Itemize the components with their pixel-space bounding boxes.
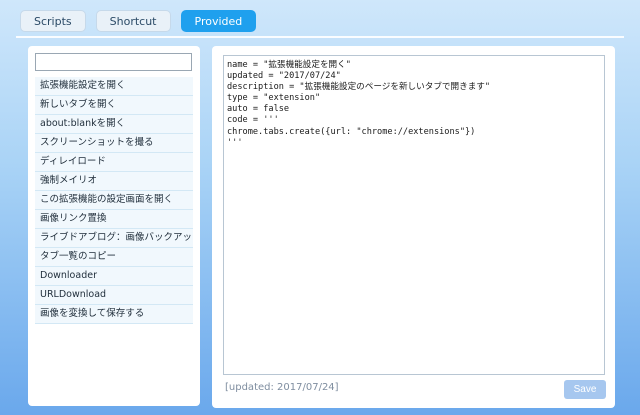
tab-scripts[interactable]: Scripts (20, 10, 86, 32)
search-input[interactable] (35, 53, 192, 71)
list-item[interactable]: スクリーンショットを撮る (35, 134, 193, 153)
list-item[interactable]: ディレイロード (35, 153, 193, 172)
list-item[interactable]: 強制メイリオ (35, 172, 193, 191)
script-editor-panel: name = "拡張機能設定を開く" updated = "2017/07/24… (212, 46, 615, 408)
list-item[interactable]: 新しいタブを開く (35, 96, 193, 115)
updated-label: [updated: 2017/07/24] (225, 382, 339, 393)
tab-provided[interactable]: Provided (180, 10, 257, 32)
tab-shortcut[interactable]: Shortcut (95, 10, 171, 32)
list-item[interactable]: about:blankを開く (35, 115, 193, 134)
header-divider (16, 36, 624, 38)
list-item[interactable]: Downloader (35, 267, 193, 286)
code-editor[interactable]: name = "拡張機能設定を開く" updated = "2017/07/24… (223, 55, 605, 375)
list-item[interactable]: 画像リンク置換 (35, 210, 193, 229)
tab-bar: Scripts Shortcut Provided (20, 10, 257, 32)
list-item[interactable]: URLDownload (35, 286, 193, 305)
save-button[interactable]: Save (564, 380, 606, 399)
list-item[interactable]: この拡張機能の設定画面を開く (35, 191, 193, 210)
list-item[interactable]: タブ一覧のコピー (35, 248, 193, 267)
script-list: 拡張機能設定を開く 新しいタブを開く about:blankを開く スクリーンシ… (35, 77, 193, 324)
script-list-panel: 拡張機能設定を開く 新しいタブを開く about:blankを開く スクリーンシ… (28, 46, 200, 406)
list-item[interactable]: 画像を変換して保存する (35, 305, 193, 324)
list-item[interactable]: ライブドアブログ：画像バックアップ (35, 229, 193, 248)
list-item[interactable]: 拡張機能設定を開く (35, 77, 193, 96)
